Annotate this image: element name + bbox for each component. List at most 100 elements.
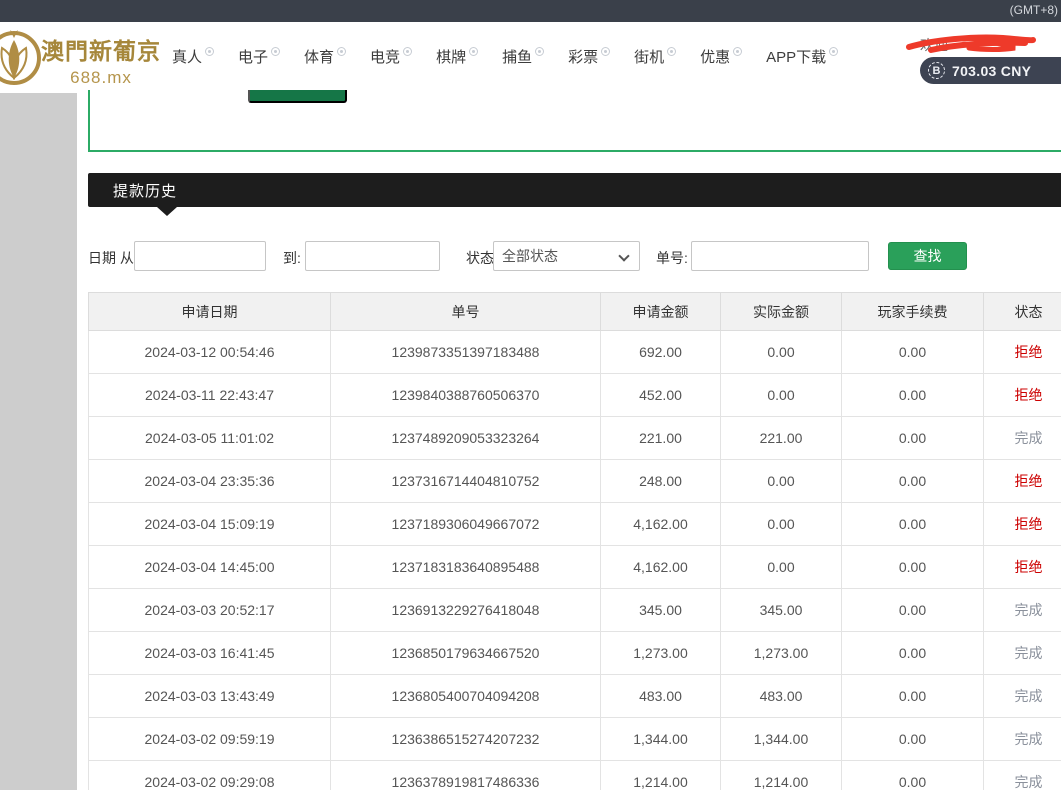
- nav-orbit-icon: [601, 47, 610, 56]
- cell-fee: 0.00: [842, 417, 984, 460]
- brand-logo[interactable]: 澳門新葡京 688.mx: [35, 32, 167, 88]
- cell-actual-amount: 1,273.00: [721, 632, 842, 675]
- order-no-label: 单号:: [656, 248, 688, 268]
- cell-date: 2024-03-04 14:45:00: [89, 546, 331, 589]
- nav-item-fishing[interactable]: 捕鱼: [502, 46, 544, 67]
- balance-wallet[interactable]: B 703.03 CNY: [920, 57, 1061, 84]
- column-header: 状态: [984, 293, 1061, 331]
- table-row: 2024-03-04 23:35:36123731671440481075224…: [89, 460, 1061, 503]
- date-from-input[interactable]: [134, 241, 266, 271]
- cell-status: 拒绝: [984, 546, 1061, 589]
- brand-name: 澳門新葡京: [35, 32, 167, 66]
- nav-item-label: 真人: [172, 46, 202, 67]
- nav-item-label: 电子: [238, 46, 268, 67]
- nav-item-label: 棋牌: [436, 46, 466, 67]
- cell-order-no: 1237489209053323264: [331, 417, 601, 460]
- table-body: 2024-03-12 00:54:46123987335139718348869…: [89, 331, 1061, 790]
- status-select[interactable]: 全部状态: [493, 241, 640, 271]
- cell-fee: 0.00: [842, 675, 984, 718]
- cell-amount: 483.00: [601, 675, 721, 718]
- balance-amount: 703.03 CNY: [952, 63, 1031, 79]
- cell-order-no: 1237316714404810752: [331, 460, 601, 503]
- nav-item-label: 捕鱼: [502, 46, 532, 67]
- column-header: 申请日期: [89, 293, 331, 331]
- cell-fee: 0.00: [842, 546, 984, 589]
- cell-order-no: 1236386515274207232: [331, 718, 601, 761]
- cell-date: 2024-03-02 09:59:19: [89, 718, 331, 761]
- cell-fee: 0.00: [842, 503, 984, 546]
- nav-item-promo[interactable]: 优惠: [700, 46, 742, 67]
- cell-status: 完成: [984, 589, 1061, 632]
- search-button[interactable]: 查找: [888, 242, 967, 270]
- nav-item-esports[interactable]: 电竞: [370, 46, 412, 67]
- cell-order-no: 1239840388760506370: [331, 374, 601, 417]
- table-row: 2024-03-04 14:45:0012371831836408954884,…: [89, 546, 1061, 589]
- cell-status: 拒绝: [984, 503, 1061, 546]
- nav-orbit-icon: [535, 47, 544, 56]
- cell-status: 完成: [984, 761, 1061, 790]
- timezone-label: (GMT+8) 2: [1010, 3, 1061, 17]
- cell-date: 2024-03-03 13:43:49: [89, 675, 331, 718]
- cell-order-no: 1237189306049667072: [331, 503, 601, 546]
- cell-date: 2024-03-02 09:29:08: [89, 761, 331, 790]
- cell-amount: 4,162.00: [601, 503, 721, 546]
- cell-actual-amount: 1,214.00: [721, 761, 842, 790]
- nav-item-arcade[interactable]: 街机: [634, 46, 676, 67]
- cell-order-no: 1236850179634667520: [331, 632, 601, 675]
- page: (GMT+8) 2 澳門新葡京 688.mx 真人 电子 体育 电竞 棋牌 捕鱼 彩票 街机 优…: [0, 0, 1061, 790]
- table-row: 2024-03-03 13:43:49123680540070409420848…: [89, 675, 1061, 718]
- cell-status: 完成: [984, 718, 1061, 761]
- site-header: 澳門新葡京 688.mx 真人电子体育电竞棋牌捕鱼彩票街机优惠APP下载 欢迎 …: [0, 22, 1061, 90]
- section-header: 提款历史: [88, 173, 1061, 207]
- cell-fee: 0.00: [842, 718, 984, 761]
- cell-amount: 221.00: [601, 417, 721, 460]
- nav-item-label: APP下载: [766, 46, 826, 67]
- cell-fee: 0.00: [842, 331, 984, 374]
- date-to-input[interactable]: [305, 241, 440, 271]
- section-title: 提款历史: [113, 180, 177, 201]
- cell-actual-amount: 221.00: [721, 417, 842, 460]
- cell-amount: 248.00: [601, 460, 721, 503]
- cell-fee: 0.00: [842, 589, 984, 632]
- cell-fee: 0.00: [842, 460, 984, 503]
- cell-order-no: 1236805400704094208: [331, 675, 601, 718]
- nav-orbit-icon: [469, 47, 478, 56]
- nav-item-label: 体育: [304, 46, 334, 67]
- nav-item-sports[interactable]: 体育: [304, 46, 346, 67]
- nav-item-chess[interactable]: 棋牌: [436, 46, 478, 67]
- nav-item-label: 街机: [634, 46, 664, 67]
- table-row: 2024-03-11 22:43:47123984038876050637045…: [89, 374, 1061, 417]
- bitcoin-icon: B: [928, 62, 945, 79]
- nav-item-app-download[interactable]: APP下载: [766, 46, 838, 67]
- nav-item-lottery[interactable]: 彩票: [568, 46, 610, 67]
- main-nav: 真人 电子 体育 电竞 棋牌 捕鱼 彩票 街机 优惠 APP下载: [172, 22, 838, 90]
- cell-actual-amount: 345.00: [721, 589, 842, 632]
- cell-status: 拒绝: [984, 331, 1061, 374]
- cell-date: 2024-03-04 23:35:36: [89, 460, 331, 503]
- table-row: 2024-03-12 00:54:46123987335139718348869…: [89, 331, 1061, 374]
- cell-amount: 4,162.00: [601, 546, 721, 589]
- table-row: 2024-03-05 11:01:02123748920905332326422…: [89, 417, 1061, 460]
- withdrawal-history-table: 申请日期单号申请金额实际金额玩家手续费状态 2024-03-12 00:54:4…: [88, 292, 1061, 790]
- table-row: 2024-03-03 20:52:17123691322927641804834…: [89, 589, 1061, 632]
- nav-item-label: 优惠: [700, 46, 730, 67]
- nav-item-slots[interactable]: 电子: [238, 46, 280, 67]
- cell-fee: 0.00: [842, 374, 984, 417]
- order-no-input[interactable]: [691, 241, 869, 271]
- nav-orbit-icon: [829, 47, 838, 56]
- cell-actual-amount: 1,344.00: [721, 718, 842, 761]
- column-header: 申请金额: [601, 293, 721, 331]
- table-row: 2024-03-02 09:59:191236386515274207232 1,…: [89, 718, 1061, 761]
- cell-actual-amount: 483.00: [721, 675, 842, 718]
- page-gutter: [0, 93, 77, 790]
- cell-date: 2024-03-11 22:43:47: [89, 374, 331, 417]
- cell-status: 完成: [984, 675, 1061, 718]
- cell-status: 拒绝: [984, 374, 1061, 417]
- nav-item-live[interactable]: 真人: [172, 46, 214, 67]
- cell-fee: 0.00: [842, 632, 984, 675]
- nav-orbit-icon: [733, 47, 742, 56]
- nav-orbit-icon: [337, 47, 346, 56]
- cell-order-no: 1239873351397183488: [331, 331, 601, 374]
- cell-amount: 345.00: [601, 589, 721, 632]
- brand-domain: 688.mx: [35, 68, 167, 88]
